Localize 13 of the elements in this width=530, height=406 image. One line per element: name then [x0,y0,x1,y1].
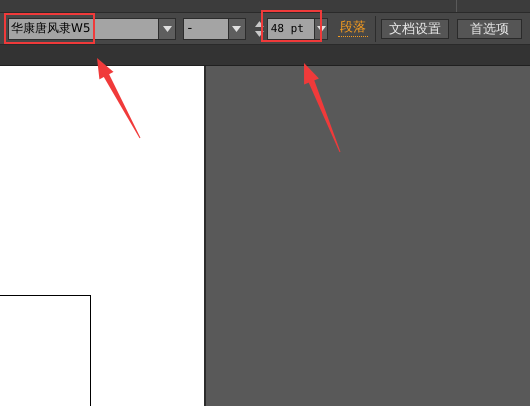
preferences-button[interactable]: 首选项 [456,18,522,38]
font-style-dropdown[interactable]: - [183,18,246,40]
caret-icon [162,26,172,32]
font-size-dropdown[interactable]: 48 pt [266,18,328,40]
caret-icon [316,26,326,32]
font-family-value: 华康唐风隶W5 [9,18,158,38]
document-setup-button[interactable]: 文档设置 [381,18,449,38]
highlight-box [261,10,322,42]
paragraph-link[interactable]: 段落 [338,20,368,37]
caret-icon [232,26,242,32]
font-size-value: 48 pt [268,18,314,38]
font-family-dropdown[interactable]: 华康唐风隶W5 [8,18,176,40]
font-style-value: - [184,18,228,38]
